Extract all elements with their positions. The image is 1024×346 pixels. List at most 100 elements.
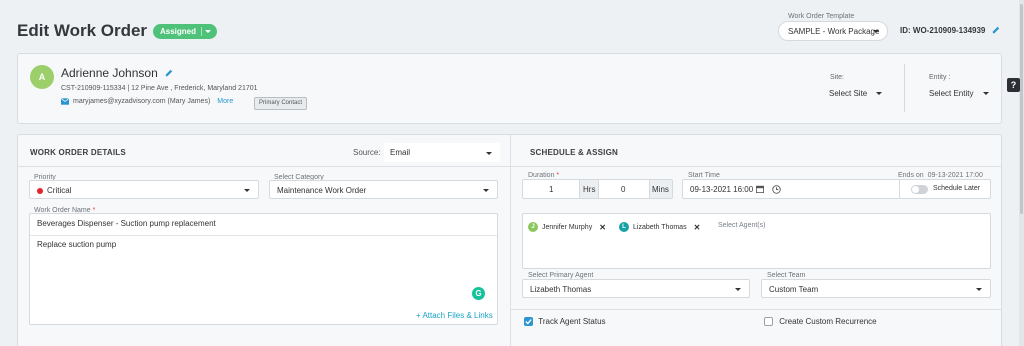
remove-icon[interactable]: ✕ — [694, 223, 701, 232]
work-order-id: ID: WO-210909-134939 — [900, 26, 1000, 35]
chevron-down-icon — [486, 151, 492, 155]
agent-avatar: J — [528, 222, 538, 232]
divider — [30, 235, 497, 236]
scrollbar-thumb[interactable] — [1020, 4, 1023, 214]
wo-name-description-box[interactable]: Beverages Dispenser - Suction pump repla… — [29, 213, 498, 325]
divider — [511, 166, 1001, 167]
edit-icon[interactable] — [165, 69, 173, 77]
duration-label-wrap: Duration * — [528, 172, 559, 179]
team-select[interactable]: Custom Team — [761, 279, 991, 298]
chevron-down-icon — [735, 287, 741, 291]
team-label: Select Team — [767, 272, 806, 279]
schedule-later-label: Schedule Later — [933, 185, 981, 192]
agent-chip: J Jennifer Murphy ✕ — [528, 222, 606, 232]
primary-contact-tag: Primary Contact — [254, 97, 308, 110]
avatar: A — [30, 65, 54, 89]
hours-input[interactable]: 1 — [549, 185, 553, 194]
ends-on-wrap: Ends on 09-13-2021 17:00 — [898, 172, 983, 179]
chevron-down-icon — [483, 188, 489, 192]
divider — [18, 166, 510, 167]
site-select[interactable]: Select Site — [829, 89, 883, 98]
grammarly-icon[interactable]: G — [472, 287, 485, 300]
start-time-field[interactable]: 09-13-2021 16:00 Schedule Later — [682, 179, 991, 199]
primary-agent-value: Lizabeth Thomas — [530, 285, 592, 294]
agent-avatar: L — [619, 222, 629, 232]
section-title-details: WORK ORDER DETAILS — [30, 148, 126, 157]
more-link[interactable]: More — [217, 98, 233, 105]
status-divider — [201, 27, 202, 36]
entity-select[interactable]: Select Entity — [929, 89, 989, 98]
attach-files-link[interactable]: + Attach Files & Links — [416, 311, 493, 320]
site-label: Site: — [830, 74, 845, 81]
chevron-down-icon — [982, 92, 989, 95]
entity-value: Select Entity — [929, 89, 974, 98]
custom-recurrence-checkbox[interactable]: Create Custom Recurrence — [764, 317, 877, 327]
chevron-down-icon — [876, 92, 883, 95]
priority-value: Critical — [47, 186, 72, 195]
template-label: Work Order Template — [788, 13, 855, 20]
contact-name: Adrienne Johnson — [61, 66, 173, 80]
divider — [899, 180, 900, 198]
priority-value-wrap: Critical — [37, 186, 71, 195]
minutes-unit: Mins — [652, 185, 669, 194]
source-label: Source: — [353, 148, 381, 157]
track-status-checkbox[interactable]: Track Agent Status — [524, 317, 606, 327]
help-icon[interactable]: ? — [1007, 78, 1020, 92]
hours-unit-box: Hrs — [579, 180, 599, 198]
site-value: Select Site — [829, 89, 868, 98]
source-select[interactable]: Email — [384, 143, 500, 162]
primary-agent-label: Select Primary Agent — [528, 272, 594, 279]
agent-chip: L Lizabeth Thomas ✕ — [619, 222, 700, 232]
status-dropdown[interactable]: Assigned — [153, 24, 217, 39]
minutes-input[interactable]: 0 — [621, 185, 625, 194]
track-status-label: Track Agent Status — [538, 317, 606, 327]
entity-label: Entity : — [929, 74, 951, 81]
category-select[interactable]: Maintenance Work Order — [269, 180, 498, 199]
required-marker: * — [556, 172, 560, 179]
chevron-down-icon — [244, 188, 250, 192]
category-value: Maintenance Work Order — [277, 186, 367, 195]
agent-name: Jennifer Murphy — [542, 223, 593, 231]
primary-agent-select[interactable]: Lizabeth Thomas — [522, 279, 750, 298]
clock-icon[interactable] — [772, 185, 781, 194]
chevron-down-icon — [873, 30, 879, 33]
contact-address: CST-210909-115334 | 12 Pine Ave , Freder… — [61, 85, 258, 92]
source-value: Email — [390, 148, 411, 157]
calendar-icon[interactable] — [756, 185, 764, 193]
custom-recurrence-label: Create Custom Recurrence — [779, 317, 877, 327]
mail-icon — [61, 98, 69, 105]
page-title: Edit Work Order — [17, 21, 148, 40]
schedule-later-toggle[interactable] — [911, 185, 928, 194]
template-select[interactable]: SAMPLE - Work Package — [778, 21, 888, 41]
ends-on-label: Ends on — [898, 172, 924, 179]
ends-on-value: 09-13-2021 17:00 — [927, 172, 983, 179]
contact-name-text[interactable]: Adrienne Johnson — [61, 66, 158, 80]
agent-name: Lizabeth Thomas — [633, 223, 687, 231]
start-time-label: Start Time — [688, 172, 720, 179]
template-value: SAMPLE - Work Package — [788, 26, 880, 36]
contact-email[interactable]: maryjames@xyzadvisory.com (Mary James) — [73, 98, 210, 105]
minutes-unit-box: Mins — [649, 180, 672, 198]
duration-label: Duration — [528, 172, 555, 179]
critical-dot-icon — [37, 187, 43, 194]
divider — [511, 309, 1001, 310]
chevron-down-icon — [205, 30, 211, 33]
hours-unit: Hrs — [583, 185, 596, 194]
remove-icon[interactable]: ✕ — [599, 223, 606, 232]
edit-icon[interactable] — [992, 26, 1000, 34]
team-value: Custom Team — [769, 285, 819, 294]
divider — [904, 64, 905, 112]
duration-group: 1 Hrs 0 Mins — [522, 179, 673, 199]
checkbox-empty-icon — [764, 317, 773, 327]
agents-select[interactable]: J Jennifer Murphy ✕ L Lizabeth Thomas ✕ … — [522, 213, 991, 269]
start-time-value: 09-13-2021 16:00 — [690, 185, 754, 194]
agents-search-input[interactable]: Select Agent(s) — [718, 222, 765, 229]
chevron-down-icon — [976, 287, 982, 291]
priority-select[interactable]: Critical — [29, 180, 259, 199]
section-title-schedule: SCHEDULE & ASSIGN — [530, 148, 619, 157]
contact-email-row: maryjames@xyzadvisory.com (Mary James) M… — [61, 98, 233, 105]
wo-name-input[interactable]: Beverages Dispenser - Suction pump repla… — [37, 219, 216, 228]
work-order-id-text: ID: WO-210909-134939 — [900, 26, 986, 35]
description-textarea[interactable]: Replace suction pump — [37, 240, 116, 249]
status-label: Assigned — [160, 27, 197, 36]
